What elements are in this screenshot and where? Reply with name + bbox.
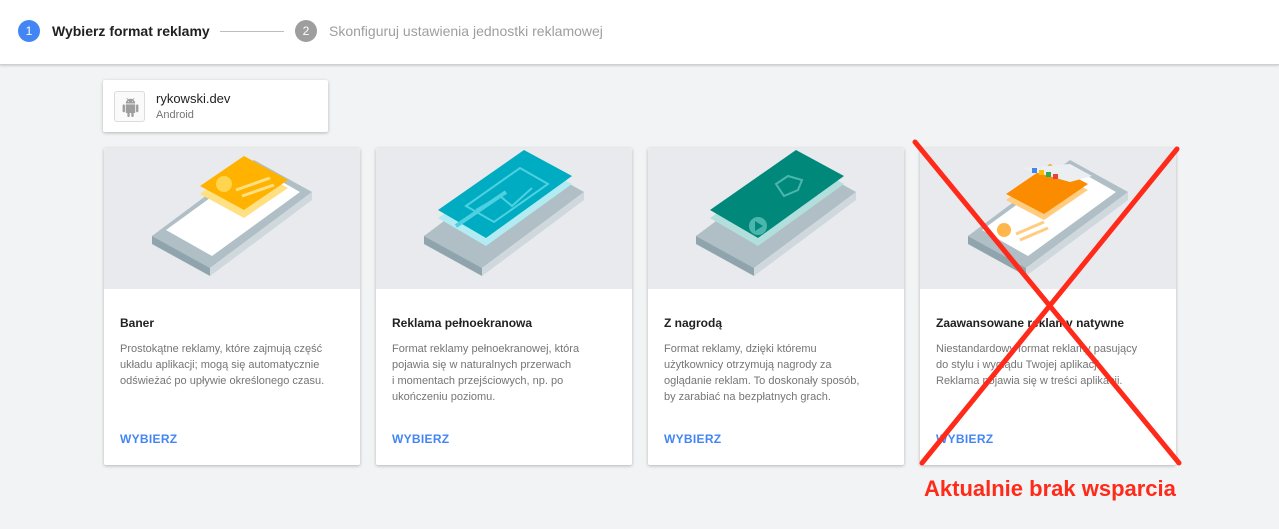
card-title: Zaawansowane reklamy natywne [936, 316, 1125, 330]
select-banner-button[interactable]: WYBIERZ [120, 432, 177, 446]
card-title: Reklama pełnoekranowa [392, 316, 533, 330]
select-rewarded-button[interactable]: WYBIERZ [664, 432, 721, 446]
step-2-label: Skonfiguruj ustawienia jednostki reklamo… [329, 23, 603, 39]
card-title: Baner [120, 316, 155, 330]
stepper-header: 1 Wybierz format reklamy 2 Skonfiguruj u… [0, 0, 1279, 65]
step-1-number: 1 [18, 20, 40, 42]
ad-format-card-interstitial[interactable]: Reklama pełnoekranowa Format reklamy peł… [376, 148, 632, 465]
unsupported-note: Aktualnie brak wsparcia [924, 476, 1176, 501]
card-description: Format reklamy pełnoekranowej, która poj… [392, 343, 580, 403]
step-connector [220, 31, 284, 32]
card-title: Z nagrodą [664, 316, 723, 330]
select-interstitial-button[interactable]: WYBIERZ [392, 432, 449, 446]
step-2[interactable]: 2 Skonfiguruj ustawienia jednostki rekla… [295, 20, 603, 42]
select-native-button[interactable]: WYBIERZ [936, 432, 993, 446]
app-platform: Android [156, 109, 194, 121]
rewarded-ad-illustration [648, 148, 904, 289]
step-1[interactable]: 1 Wybierz format reklamy [18, 20, 210, 42]
banner-ad-illustration [104, 148, 360, 289]
native-ad-illustration [920, 148, 1176, 289]
interstitial-ad-illustration [376, 148, 632, 289]
card-description: Niestandardowy format reklamy pasujący d… [936, 343, 1138, 387]
step-1-label: Wybierz format reklamy [52, 23, 210, 39]
card-description: Format reklamy, dzięki któremu użytkowni… [664, 343, 860, 403]
selected-app-card: rykowski.dev Android [103, 80, 328, 132]
step-2-number: 2 [295, 20, 317, 42]
ad-format-card-rewarded[interactable]: Z nagrodą Format reklamy, dzięki któremu… [648, 148, 904, 465]
android-icon [114, 91, 145, 122]
app-name: rykowski.dev [156, 91, 231, 106]
card-description: Prostokątne reklamy, które zajmują część… [120, 343, 325, 387]
ad-format-card-native[interactable]: Zaawansowane reklamy natywne Niestandard… [920, 148, 1176, 465]
ad-format-card-banner[interactable]: Baner Prostokątne reklamy, które zajmują… [104, 148, 360, 465]
